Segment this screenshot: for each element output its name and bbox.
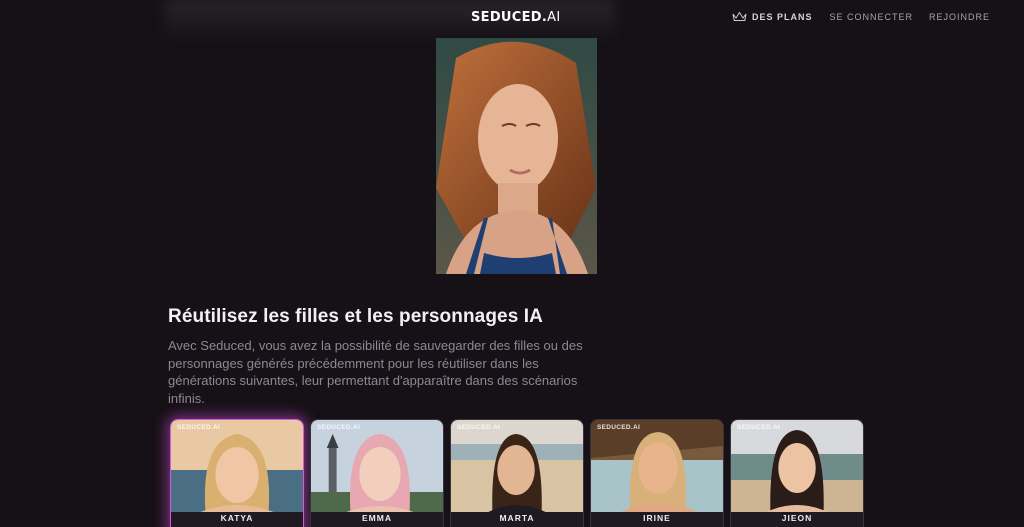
- hero-portrait-illustration: [436, 38, 597, 274]
- nav-plans-label: DES PLANS: [752, 11, 813, 22]
- character-cards: SEDUCED.AI KATYA SEDUCED.AI EMMA SEDUCED…: [170, 419, 870, 527]
- emma-name: EMMA: [362, 513, 392, 523]
- jieon-watermark: SEDUCED.AI: [737, 424, 781, 431]
- nav-login-label: SE CONNECTER: [829, 11, 914, 22]
- katya-watermark: SEDUCED.AI: [177, 424, 221, 431]
- marta-name: MARTA: [499, 513, 535, 523]
- site-logo[interactable]: SEDUCED.AI: [471, 10, 560, 25]
- nav-plans-link[interactable]: DES PLANS: [732, 11, 813, 22]
- katya-photo: [171, 420, 303, 512]
- site-header: SEDUCED.AI DES PLANS SE CONNECTER REJOIN…: [0, 0, 1024, 40]
- marta-watermark: SEDUCED.AI: [457, 424, 501, 431]
- main-nav: DES PLANS SE CONNECTER REJOINDRE: [732, 11, 990, 22]
- section-title: Réutilisez les filles et les personnages…: [168, 306, 543, 327]
- irine-name: IRINE: [643, 513, 671, 523]
- jieon-photo: [731, 420, 863, 512]
- emma-watermark: SEDUCED.AI: [317, 424, 361, 431]
- character-card-marta[interactable]: SEDUCED.AI MARTA: [450, 419, 584, 527]
- jieon-name: JIEON: [781, 513, 813, 523]
- nav-join-link[interactable]: REJOINDRE: [929, 12, 990, 22]
- character-card-irine[interactable]: SEDUCED.AI IRINE: [590, 419, 724, 527]
- katya-name: KATYA: [220, 513, 254, 523]
- emma-photo: [311, 420, 443, 512]
- character-card-jieon[interactable]: SEDUCED.AI JIEON: [730, 419, 864, 527]
- logo-main: SEDUCED.: [471, 10, 548, 25]
- irine-photo: [591, 420, 723, 512]
- crown-icon: [732, 11, 747, 21]
- hero-portrait: [436, 38, 597, 274]
- nav-join-label: REJOINDRE: [929, 11, 991, 22]
- section-description: Avec Seduced, vous avez la possibilité d…: [168, 338, 583, 406]
- logo-suffix: AI: [547, 10, 561, 25]
- character-card-emma[interactable]: SEDUCED.AI EMMA: [310, 419, 444, 527]
- nav-login-link[interactable]: SE CONNECTER: [830, 12, 914, 22]
- character-card-katya[interactable]: SEDUCED.AI KATYA: [170, 419, 304, 527]
- marta-photo: [451, 420, 583, 512]
- irine-watermark: SEDUCED.AI: [597, 424, 641, 431]
